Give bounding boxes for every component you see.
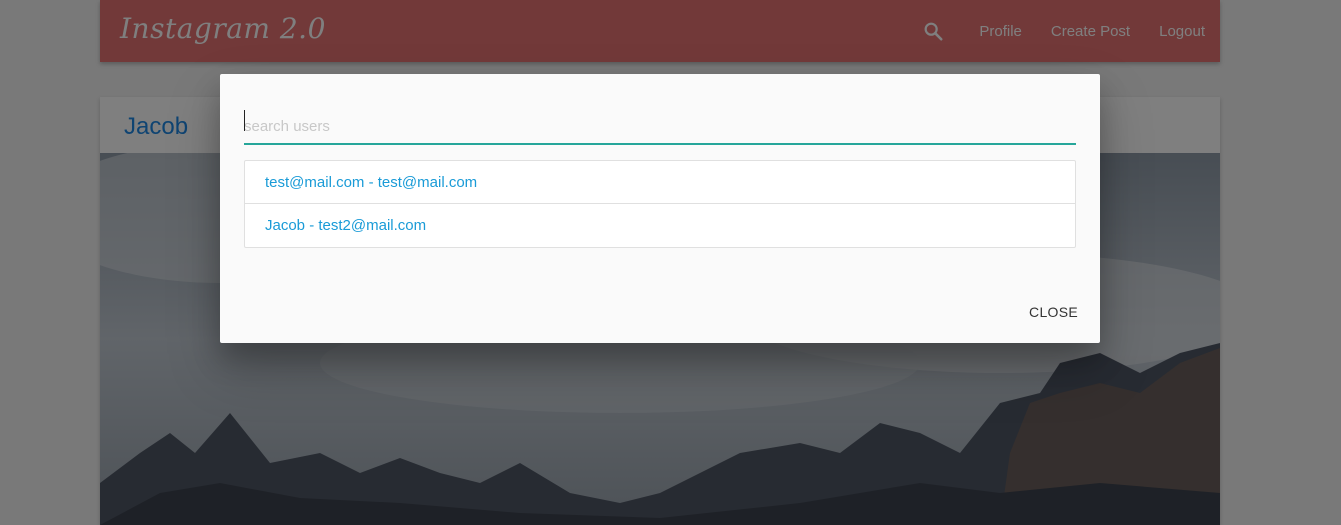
text-cursor [244,110,245,131]
search-users-modal: test@mail.com - test@mail.com Jacob - te… [220,74,1100,343]
search-result-item[interactable]: test@mail.com - test@mail.com [245,161,1075,204]
search-result-item[interactable]: Jacob - test2@mail.com [245,204,1075,247]
search-users-input[interactable] [244,100,1076,145]
close-button[interactable]: CLOSE [1029,304,1078,320]
search-results-list: test@mail.com - test@mail.com Jacob - te… [244,160,1076,248]
